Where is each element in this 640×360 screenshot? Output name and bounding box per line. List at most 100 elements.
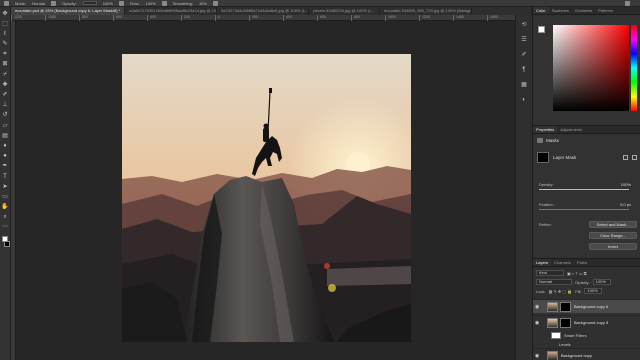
flow-value[interactable]: 100% — [145, 1, 155, 6]
opacity-value[interactable]: 100% — [103, 1, 113, 6]
feather-slider[interactable] — [539, 209, 629, 210]
layer-name[interactable]: Background copy 5 — [574, 320, 608, 325]
gradient-icon[interactable]: ▤ — [2, 132, 9, 139]
opacity-input[interactable]: 100% — [592, 279, 611, 285]
tab-image-4[interactable]: pexels-93460234.jpg @ 100% (L... — [309, 7, 380, 15]
tab-image-5[interactable]: mountain-934695_960_720.jpg @ 100% (Back… — [380, 7, 472, 15]
hand-icon[interactable]: ✋ — [1, 204, 8, 211]
symmetry-icon[interactable] — [625, 0, 630, 6]
eye-icon[interactable]: ◉ — [533, 353, 541, 359]
layer-row-background-copy-6[interactable]: ◉ Background copy 6 — [533, 299, 640, 313]
foreground-color-chip[interactable] — [538, 26, 545, 33]
tools-panel: ✥ ⬚ ℓ ✎ ⌗ ⊠ ⌿ ✚ ✐ ⊥ ↺ ▱ ▤ ♦ ● ✒ T ➤ ▭ ✋ … — [0, 7, 11, 360]
mountain-artwork — [122, 54, 411, 342]
filter-icons[interactable]: ▣ ◐ T ▭ ⧉ — [567, 271, 587, 276]
stamp-icon[interactable]: ⊥ — [2, 102, 9, 109]
color-panel: Color Swatches Gradients Patterns — [533, 7, 640, 119]
density-value[interactable]: 100% — [621, 182, 631, 187]
layer-name[interactable]: Background copy — [561, 353, 592, 358]
healing-icon[interactable]: ✚ — [2, 81, 9, 88]
move-icon[interactable]: ✥ — [2, 10, 9, 17]
mode-select[interactable]: Normal — [32, 1, 45, 6]
properties-panel: Properties Adjustments Masks Layer Mask … — [533, 125, 640, 255]
feather-label: Feather: — [539, 202, 554, 207]
tab-image-3[interactable]: 5e74273a3c3fb85a74d3c8a5e6.jpg @ 100% (L… — [217, 7, 310, 15]
paragraph-icon[interactable]: ¶ — [521, 66, 528, 73]
tab-image-2[interactable]: a2a0c74753512b0b6b8995acf8e23a7d.jpg @ 1… — [125, 7, 218, 15]
color-range-button[interactable]: Color Range... — [589, 232, 637, 239]
brush-icon[interactable]: ✐ — [2, 92, 9, 99]
tab-channels[interactable]: Channels — [551, 259, 574, 266]
brush-preset-icon[interactable] — [4, 0, 9, 6]
blur-icon[interactable]: ♦ — [2, 142, 9, 149]
dodge-icon[interactable]: ● — [2, 153, 9, 160]
history-brush-icon[interactable]: ↺ — [2, 112, 9, 119]
smoothing-label: Smoothing: — [172, 0, 193, 6]
gear-icon[interactable] — [212, 0, 218, 6]
feather-value[interactable]: 0.0 px — [620, 202, 631, 207]
smoothing-value[interactable]: 10% — [199, 1, 207, 6]
fill-input[interactable]: 100% — [584, 288, 603, 294]
tab-patterns[interactable]: Patterns — [595, 7, 616, 14]
layer-filter-select[interactable]: Kind — [536, 270, 564, 276]
history-icon[interactable]: ⟲ — [521, 21, 528, 28]
tab-swatches[interactable]: Swatches — [549, 7, 572, 14]
tab-gradients[interactable]: Gradients — [572, 7, 595, 14]
angle-icon[interactable] — [51, 0, 57, 6]
adjustments-icon[interactable]: ◐ — [521, 96, 528, 103]
color-panel-tabs: Color Swatches Gradients Patterns — [533, 7, 640, 15]
properties-icon[interactable]: ☰ — [521, 36, 528, 43]
hue-slider[interactable] — [631, 25, 637, 111]
quick-select-icon[interactable]: ✎ — [2, 41, 9, 48]
density-slider-fill — [539, 189, 629, 190]
opacity-field[interactable] — [82, 1, 97, 5]
pen-icon[interactable]: ✒ — [2, 163, 9, 170]
canvas-area[interactable] — [16, 21, 515, 360]
airbrush-icon[interactable] — [161, 0, 167, 6]
more-icon[interactable]: ⋯ — [2, 224, 9, 231]
tab-layers[interactable]: Layers — [533, 259, 552, 266]
eye-icon[interactable]: ◉ — [533, 304, 541, 310]
eraser-icon[interactable]: ▱ — [2, 122, 9, 129]
layer-row-background-copy[interactable]: ◉ Background copy — [533, 348, 640, 360]
shape-icon[interactable]: ▭ — [2, 193, 9, 200]
levels-filter-row[interactable]: Levels — [559, 340, 571, 348]
marquee-icon[interactable]: ⬚ — [2, 20, 9, 27]
density-slider[interactable] — [539, 189, 629, 190]
zoom-icon[interactable]: ⌕ — [2, 214, 9, 221]
vector-mask-button[interactable] — [632, 155, 637, 160]
pressure-opacity-icon[interactable] — [118, 0, 124, 6]
layer-mask-thumbnail[interactable] — [560, 317, 571, 328]
brush-settings-icon[interactable]: ✐ — [521, 51, 528, 58]
tab-properties[interactable]: Properties — [533, 126, 558, 133]
layer-mask-row: Layer Mask — [537, 152, 637, 163]
libraries-icon[interactable]: ▦ — [521, 81, 528, 88]
lasso-icon[interactable]: ℓ — [2, 30, 9, 37]
frame-icon[interactable]: ⊠ — [2, 61, 9, 68]
opacity-label: Opacity: — [575, 279, 590, 285]
background-color-swatch[interactable] — [4, 241, 10, 248]
layer-name[interactable]: Background copy 6 — [574, 304, 608, 309]
lock-icons[interactable]: ▦ ✎ ✥ ⬚ 🔒 — [549, 289, 573, 294]
crop-icon[interactable]: ⌗ — [2, 51, 9, 58]
select-and-mask-button[interactable]: Select and Mask... — [589, 221, 637, 228]
pixel-mask-button[interactable] — [623, 155, 628, 160]
color-picker-field[interactable] — [553, 25, 629, 111]
document-image[interactable] — [122, 54, 411, 342]
path-select-icon[interactable]: ➤ — [2, 183, 9, 190]
blend-mode-select[interactable]: Normal — [536, 279, 572, 285]
tab-color[interactable]: Color — [533, 7, 549, 14]
tab-mountain-psd[interactable]: mountain.psd @ 25% (Background copy 6, L… — [11, 7, 126, 15]
eye-icon[interactable]: ◉ — [533, 320, 541, 326]
tab-paths[interactable]: Paths — [574, 259, 590, 266]
layer-row-background-copy-5[interactable]: ◉ Background copy 5 — [533, 315, 640, 329]
smart-filters-row[interactable]: Smart Filters — [551, 331, 587, 339]
tab-adjustments[interactable]: Adjustments — [557, 126, 585, 133]
layer-mask-label: Layer Mask — [553, 155, 577, 160]
layer-mask-thumbnail[interactable] — [560, 301, 571, 312]
invert-button[interactable]: Invert — [589, 243, 637, 250]
eyedropper-icon[interactable]: ⌿ — [2, 71, 9, 78]
layer-mask-thumbnail[interactable] — [537, 152, 549, 163]
smart-filter-mask-thumbnail[interactable] — [551, 331, 561, 339]
type-icon[interactable]: T — [2, 173, 9, 180]
